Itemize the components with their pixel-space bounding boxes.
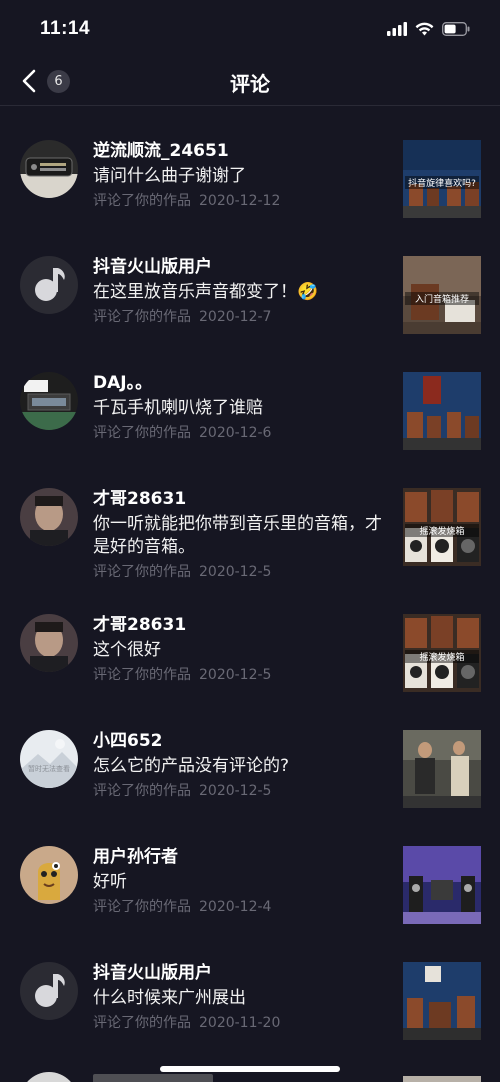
avatar[interactable]	[20, 372, 78, 430]
thumbnail-caption: 抖音旋律喜欢吗?	[405, 176, 479, 189]
wifi-icon	[415, 21, 434, 40]
thumbnail-caption: 入门音箱推荐	[405, 292, 479, 305]
avatar-placeholder-text: 暂时无法查看	[28, 765, 70, 773]
comment-date: 2020-12-4	[199, 899, 272, 915]
comment-item[interactable]: 暂时无法查看 小四652 怎么它的产品没有评论的? 评论了你的作品 2020-12…	[0, 696, 500, 812]
action-text: 评论了你的作品	[93, 899, 191, 915]
comment-date: 2020-12-6	[199, 425, 272, 441]
comment-text: 千瓦手机喇叭烧了谁赔	[93, 398, 263, 418]
video-thumbnail[interactable]: 抖音旋律喜欢吗?	[403, 140, 481, 218]
avatar[interactable]	[20, 962, 78, 1020]
comment-item[interactable]: 用户孙行者 好听 评论了你的作品 2020-12-4	[0, 812, 500, 928]
comment-meta: 评论了你的作品 2020-11-20	[93, 1013, 393, 1033]
nav-bar: 6 评论	[0, 58, 500, 106]
action-text: 评论了你的作品	[93, 783, 191, 799]
avatar[interactable]	[20, 846, 78, 904]
page-title: 评论	[230, 72, 270, 96]
action-text: 评论了你的作品	[93, 564, 191, 580]
video-thumbnail[interactable]	[403, 1076, 481, 1082]
avatar[interactable]	[20, 614, 78, 672]
avatar[interactable]	[20, 1072, 78, 1082]
comment-item[interactable]: 才哥28631 这个很好 评论了你的作品 2020-12-5 摇滚发烧箱	[0, 580, 500, 696]
battery-icon	[442, 21, 470, 40]
comment-text: 你一听就能把你带到音乐里的音箱，才是好的音箱。	[93, 514, 382, 557]
video-thumbnail[interactable]	[403, 372, 481, 450]
action-text: 评论了你的作品	[93, 1015, 191, 1031]
comment-text-block: 抖音火山版用户 在这里放音乐声音都变了！🤣 评论了你的作品 2020-12-7	[93, 256, 393, 327]
comment-item[interactable]: 逆流顺流_24651 请问什么曲子谢谢了 评论了你的作品 2020-12-12 抖…	[0, 106, 500, 222]
home-indicator[interactable]	[160, 1066, 340, 1072]
username[interactable]: 用户孙行者	[93, 846, 393, 868]
comment-meta: 评论了你的作品 2020-12-5	[93, 562, 393, 582]
status-time: 11:14	[40, 18, 91, 39]
comment-text-block: DAJ。。 千瓦手机喇叭烧了谁赔 评论了你的作品 2020-12-6	[93, 372, 393, 443]
action-text: 评论了你的作品	[93, 667, 191, 683]
comment-meta: 评论了你的作品 2020-12-5	[93, 781, 393, 801]
comment-text-block: 才哥28631 这个很好 评论了你的作品 2020-12-5	[93, 614, 393, 685]
signal-icon	[387, 21, 407, 40]
comment-item[interactable]: 才哥28631 你一听就能把你带到音乐里的音箱，才是好的音箱。 评论了你的作品 2…	[0, 454, 500, 580]
comment-text-block: 逆流顺流_24651 请问什么曲子谢谢了 评论了你的作品 2020-12-12	[93, 140, 393, 211]
comment-text: 在这里放音乐声音都变了！🤣	[93, 282, 319, 302]
comment-meta: 评论了你的作品 2020-12-5	[93, 665, 393, 685]
thumbnail-caption: 摇滚发烧箱	[405, 524, 479, 537]
video-thumbnail[interactable]: 入门音箱推荐	[403, 256, 481, 334]
comment-date: 2020-12-5	[199, 564, 272, 580]
video-thumbnail[interactable]: 摇滚发烧箱	[403, 488, 481, 566]
avatar[interactable]	[20, 140, 78, 198]
comment-text: 这个很好	[93, 640, 161, 660]
comment-text: 怎么它的产品没有评论的?	[93, 756, 290, 776]
comment-meta: 评论了你的作品 2020-12-7	[93, 307, 393, 327]
username[interactable]: DAJ。。	[93, 372, 393, 394]
comment-text: 请问什么曲子谢谢了	[93, 166, 246, 186]
username[interactable]: 抖音火山版用户	[93, 962, 393, 984]
comment-list: 逆流顺流_24651 请问什么曲子谢谢了 评论了你的作品 2020-12-12 抖…	[0, 106, 500, 1044]
comment-date: 2020-12-5	[199, 783, 272, 799]
comment-text-block: 抖音火山版用户 什么时候来广州展出 评论了你的作品 2020-11-20	[93, 962, 393, 1033]
comment-text-block: 小四652 怎么它的产品没有评论的? 评论了你的作品 2020-12-5	[93, 730, 393, 801]
action-text: 评论了你的作品	[93, 309, 191, 325]
comment-item[interactable]: DAJ。。 千瓦手机喇叭烧了谁赔 评论了你的作品 2020-12-6	[0, 338, 500, 454]
comment-date: 2020-12-7	[199, 309, 272, 325]
video-thumbnail[interactable]	[403, 730, 481, 808]
action-text: 评论了你的作品	[93, 425, 191, 441]
comment-meta: 评论了你的作品 2020-12-12	[93, 191, 393, 211]
avatar[interactable]	[20, 256, 78, 314]
list-item-partial	[93, 1074, 213, 1082]
comment-text: 什么时候来广州展出	[93, 988, 246, 1008]
comment-text-block: 才哥28631 你一听就能把你带到音乐里的音箱，才是好的音箱。 评论了你的作品 2…	[93, 488, 393, 582]
comment-date: 2020-12-12	[199, 193, 281, 209]
username[interactable]: 才哥28631	[93, 614, 393, 636]
status-icons	[387, 21, 470, 40]
action-text: 评论了你的作品	[93, 193, 191, 209]
thumbnail-caption: 摇滚发烧箱	[405, 650, 479, 663]
video-thumbnail[interactable]: 摇滚发烧箱	[403, 614, 481, 692]
username[interactable]: 小四652	[93, 730, 393, 752]
comment-text-block: 用户孙行者 好听 评论了你的作品 2020-12-4	[93, 846, 393, 917]
video-thumbnail[interactable]	[403, 962, 481, 1040]
comment-text: 好听	[93, 872, 127, 892]
username[interactable]: 才哥28631	[93, 488, 393, 510]
comment-meta: 评论了你的作品 2020-12-6	[93, 423, 393, 443]
comment-meta: 评论了你的作品 2020-12-4	[93, 897, 393, 917]
comment-item[interactable]: 抖音火山版用户 在这里放音乐声音都变了！🤣 评论了你的作品 2020-12-7 入…	[0, 222, 500, 338]
avatar[interactable]	[20, 488, 78, 546]
comment-date: 2020-11-20	[199, 1015, 281, 1031]
comment-date: 2020-12-5	[199, 667, 272, 683]
username[interactable]: 抖音火山版用户	[93, 256, 393, 278]
video-thumbnail[interactable]	[403, 846, 481, 924]
username[interactable]: 逆流顺流_24651	[93, 140, 393, 162]
status-bar: 11:14	[0, 0, 500, 58]
avatar[interactable]: 暂时无法查看	[20, 730, 78, 788]
comment-item[interactable]: 抖音火山版用户 什么时候来广州展出 评论了你的作品 2020-11-20	[0, 928, 500, 1044]
